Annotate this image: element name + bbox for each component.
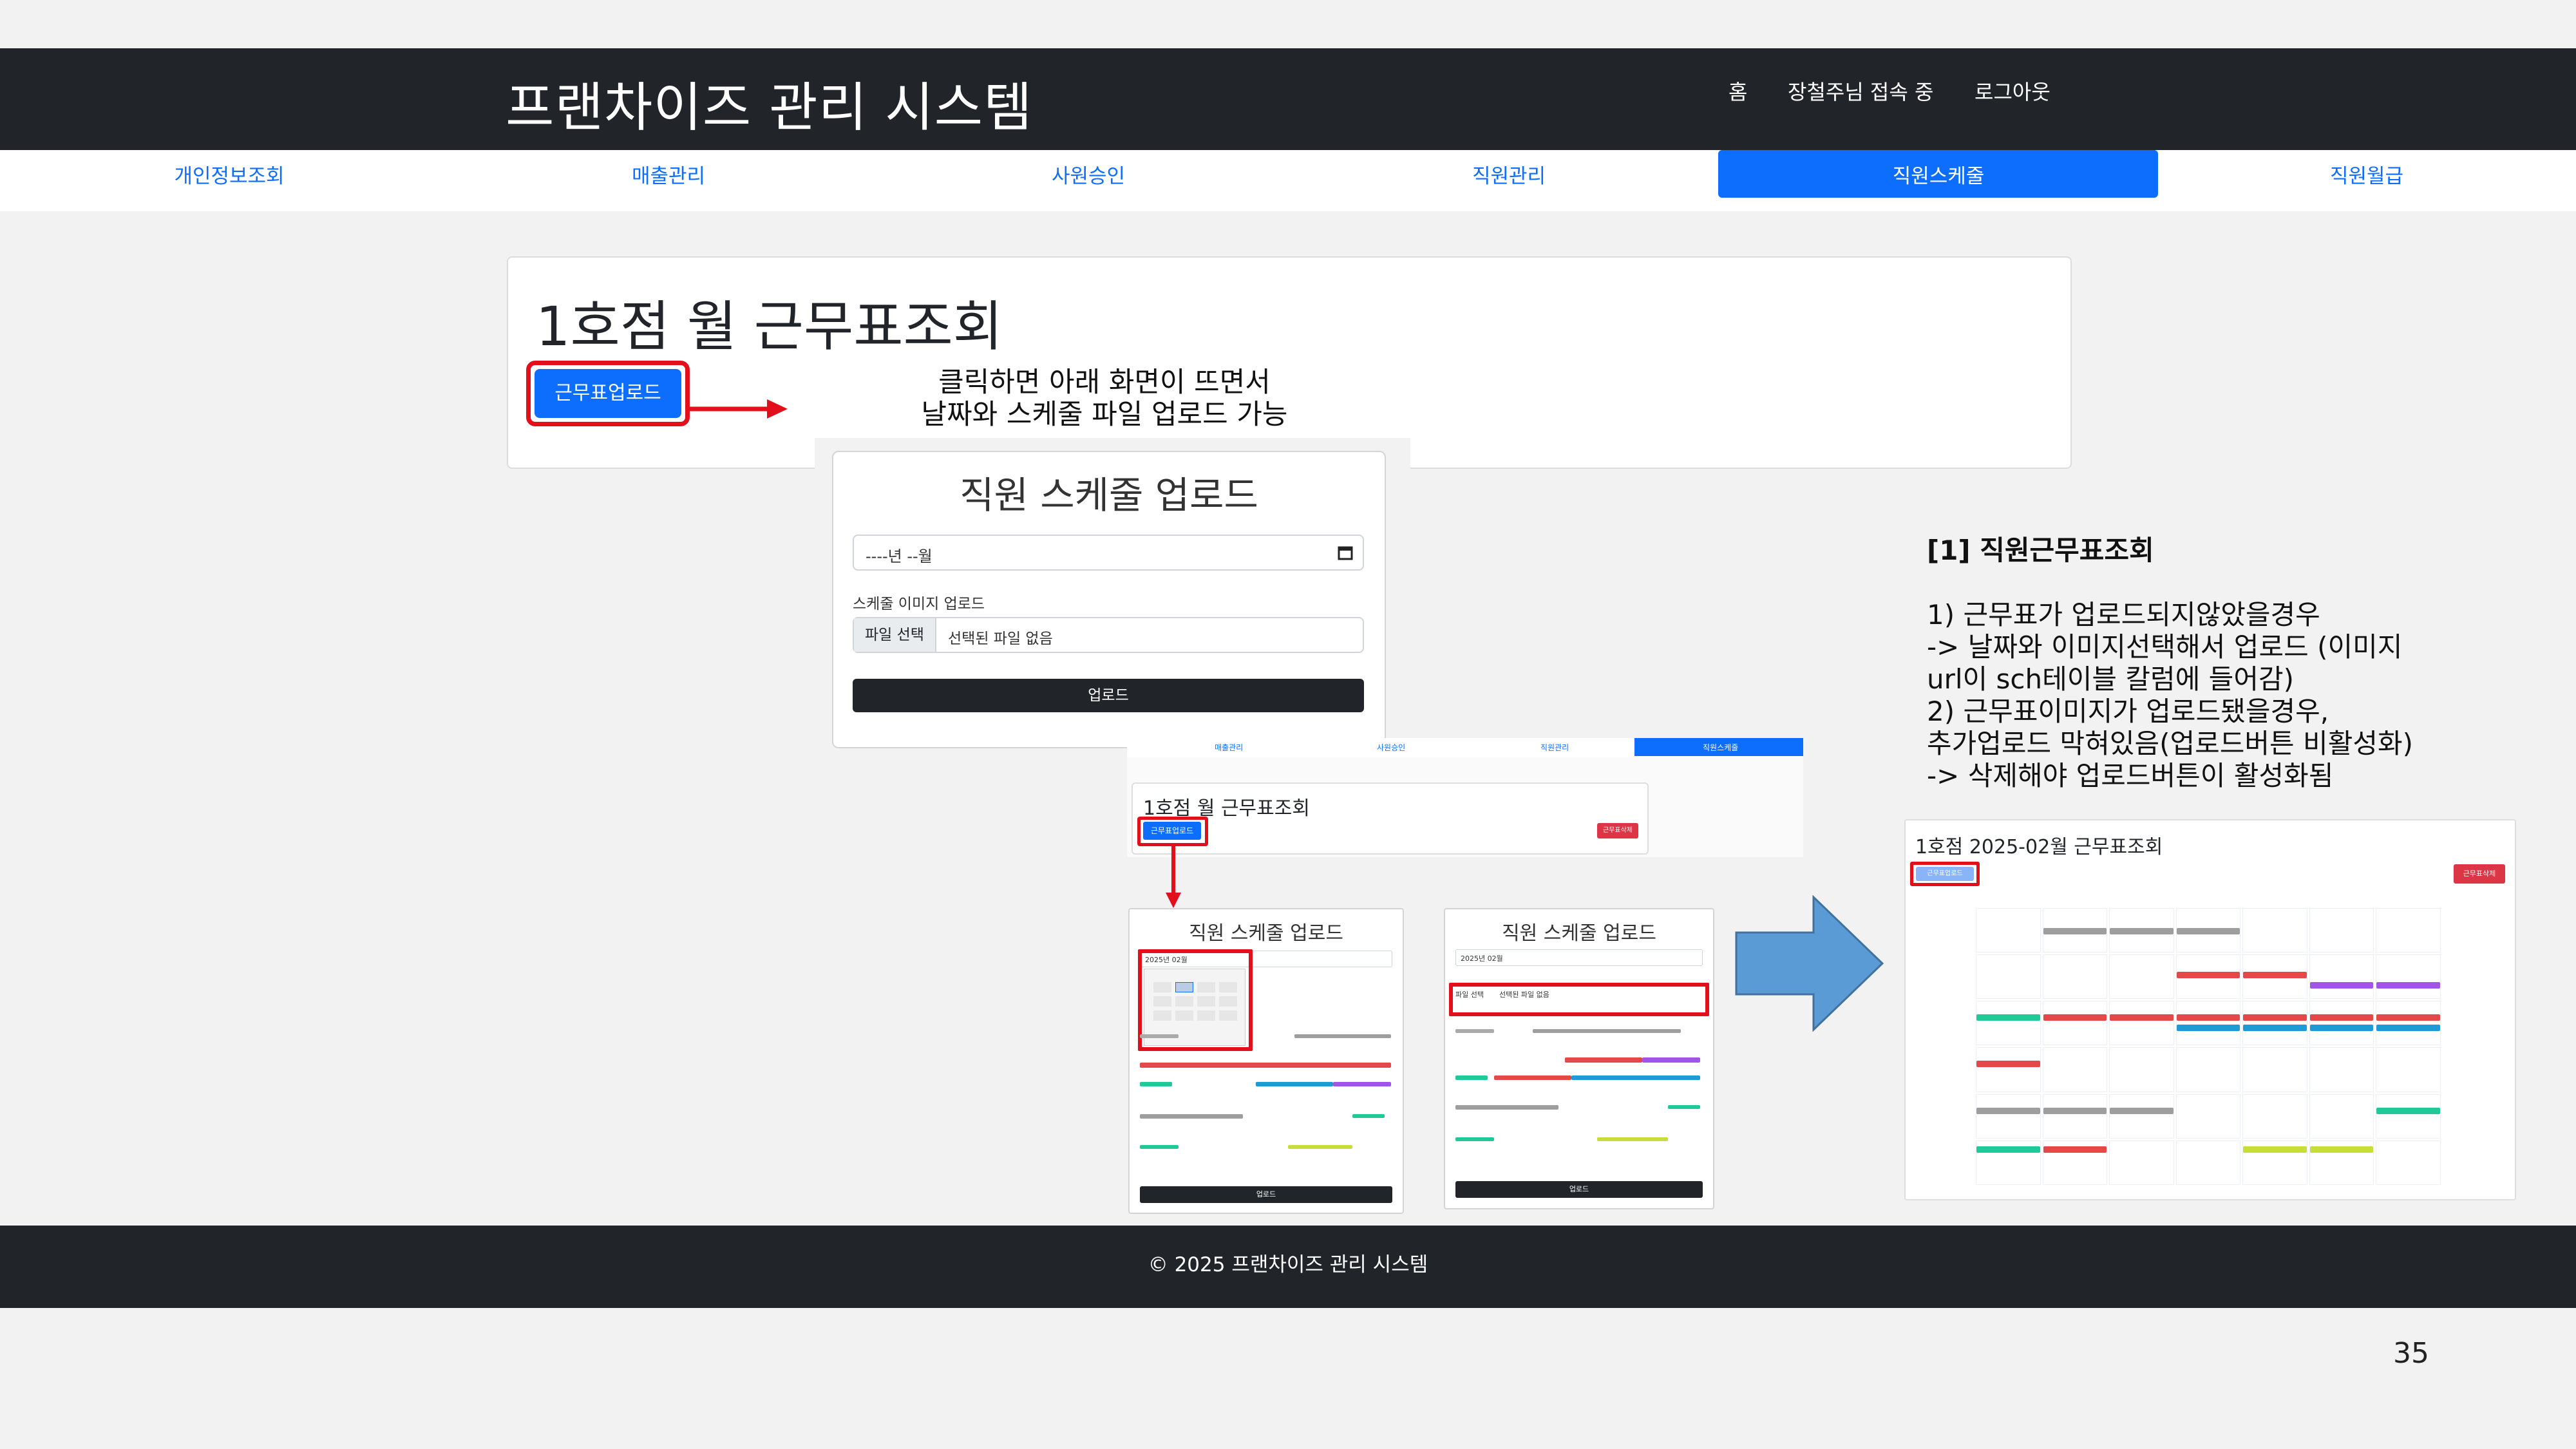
slide-number: 35 [2393, 1337, 2429, 1370]
description-line: 2) 근무표이미지가 업로드됐을경우, [1927, 696, 2329, 727]
mini-upload-button: 근무표업로드 [1143, 822, 1201, 840]
upload-schedule-button[interactable]: 근무표업로드 [535, 369, 681, 418]
mini-tab: 매출관리 [1215, 743, 1244, 752]
footer-text: © 2025 프랜차이즈 관리 시스템 [1148, 1253, 1428, 1276]
user-status: 장철주님 접속 중 [1788, 80, 1934, 104]
result-upload-button-disabled: 근무표업로드 [1916, 867, 1974, 881]
tab-employee-approval[interactable]: 사원승인 [960, 160, 1217, 189]
mini-modal-title: 직원 스케줄 업로드 [1502, 922, 1656, 945]
description-line: 1) 근무표가 업로드되지않았을경우 [1927, 599, 2320, 630]
red-down-arrow-icon [1166, 846, 1181, 908]
modal-title: 직원 스케줄 업로드 [960, 473, 1258, 517]
mini-file-button: 파일 선택 [1455, 990, 1484, 999]
tab-personal-info[interactable]: 개인정보조회 [100, 160, 358, 189]
file-status: 선택된 파일 없음 [948, 630, 1053, 647]
description-heading: [1] 직원근무표조회 [1927, 535, 2154, 566]
description-line: url이 sch테이블 칼럼에 들어감) [1927, 663, 2294, 695]
right-arrow-icon [1735, 895, 1884, 1032]
month-placeholder: ----년 --월 [866, 547, 933, 565]
tab-employee-management[interactable]: 직원관리 [1380, 160, 1638, 189]
mini-tab: 사원승인 [1377, 743, 1406, 752]
brand-title[interactable]: 프랜차이즈 관리 시스템 [506, 64, 1033, 141]
highlight-box [1449, 983, 1709, 1016]
mini-calendar-preview [1140, 1030, 1392, 1166]
result-title: 1호점 2025-02월 근무표조회 [1915, 836, 2163, 858]
page-title: 1호점 월 근무표조회 [536, 295, 1003, 358]
logout-link[interactable]: 로그아웃 [1975, 76, 2050, 106]
calendar-icon[interactable] [1337, 544, 1354, 561]
description-line: -> 날짜와 이미지선택해서 업로드 (이미지 [1927, 631, 2403, 663]
tab-employee-schedule[interactable]: 직원스케줄 [1810, 160, 2067, 189]
file-select-button[interactable]: 파일 선택 [854, 618, 936, 652]
home-link[interactable]: 홈 [1728, 76, 1747, 106]
tab-navigation [0, 150, 2576, 211]
mini-modal-title: 직원 스케줄 업로드 [1189, 922, 1343, 945]
mini-delete-button: 근무표삭제 [1597, 823, 1638, 838]
result-delete-button: 근무표삭제 [2454, 864, 2505, 884]
annotation-line-1: 클릭하면 아래 화면이 뜨면서 [938, 366, 1271, 399]
mini-month-value: 2025년 02월 [1461, 954, 1503, 963]
tab-sales[interactable]: 매출관리 [540, 160, 797, 189]
red-arrow-icon [690, 399, 788, 419]
annotation-line-2: 날짜와 스케줄 파일 업로드 가능 [921, 399, 1288, 431]
tab-employee-salary[interactable]: 직원월급 [2238, 160, 2496, 189]
mini-modal-submit: 업로드 [1455, 1181, 1703, 1198]
top-navbar [0, 48, 2576, 150]
description-line: 추가업로드 막혀있음(업로드버튼 비활성화) [1927, 728, 2413, 759]
mini-file-status: 선택된 파일 없음 [1499, 990, 1549, 999]
mini-calendar-preview [1455, 1024, 1703, 1159]
description-line: -> 삭제해야 업로드버튼이 활성화됨 [1927, 760, 2334, 791]
mini-modal-submit: 업로드 [1140, 1186, 1392, 1203]
mini-tab: 직원관리 [1540, 743, 1569, 752]
mini-tab: 직원스케줄 [1703, 743, 1739, 752]
upload-submit-button[interactable]: 업로드 [853, 679, 1364, 712]
result-calendar [1976, 908, 2441, 1185]
file-label: 스케줄 이미지 업로드 [853, 596, 985, 612]
